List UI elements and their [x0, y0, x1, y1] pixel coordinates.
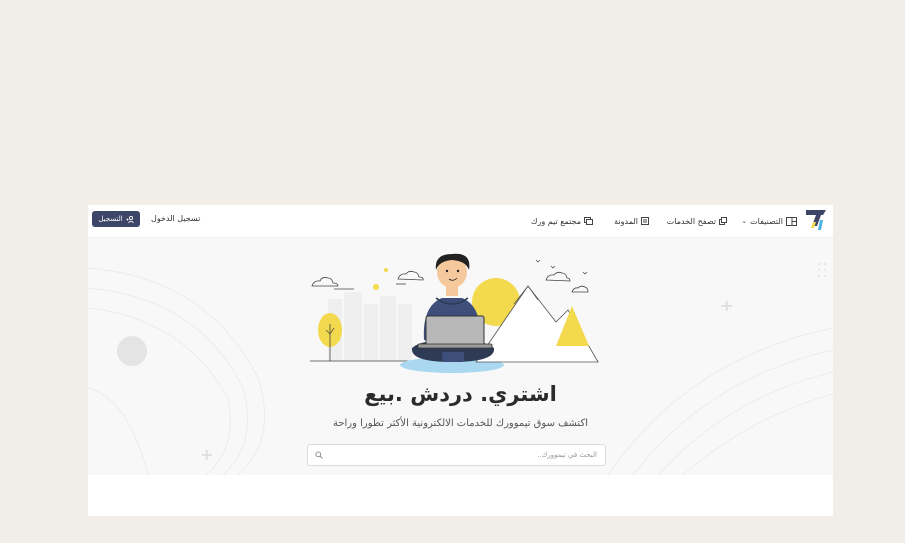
community-icon — [584, 217, 593, 225]
search-box[interactable] — [307, 444, 606, 466]
search-icon[interactable] — [315, 451, 323, 459]
page: التصنيفات ⌄ تصفح الخدمات المدونة مجتمع ت… — [88, 205, 833, 516]
chevron-down-icon: ⌄ — [741, 217, 748, 225]
nav-community[interactable]: مجتمع تيم ورك — [531, 214, 593, 228]
signup-label: التسجيل — [98, 215, 123, 223]
navbar: التصنيفات ⌄ تصفح الخدمات المدونة مجتمع ت… — [88, 205, 833, 238]
nav-browse-services-label: تصفح الخدمات — [666, 216, 716, 226]
nav-blog-label: المدونة — [614, 216, 638, 226]
hero-section: + + اشتري. دردش .بيع اكتشف سوق تيموورك ل… — [88, 238, 833, 475]
hero-headline: اشتري. دردش .بيع — [364, 382, 557, 406]
search-input[interactable] — [337, 448, 597, 462]
services-icon — [719, 217, 727, 225]
nav-blog[interactable]: المدونة — [614, 214, 649, 228]
hero-illustration — [310, 253, 599, 373]
nav-categories-label: التصنيفات — [750, 216, 783, 226]
decorative-circle — [117, 336, 147, 366]
logo-icon[interactable] — [805, 208, 827, 232]
nav-community-label: مجتمع تيم ورك — [530, 216, 581, 226]
categories-icon — [786, 216, 797, 226]
nav-categories[interactable]: التصنيفات ⌄ — [741, 214, 797, 228]
login-link[interactable]: تسجيل الدخول — [151, 214, 200, 223]
hero-subline: اكتشف سوق تيموورك للخدمات الالكترونية ال… — [332, 418, 588, 429]
nav-browse-services[interactable]: تصفح الخدمات — [667, 214, 727, 228]
plus-decoration-icon: + — [200, 445, 214, 464]
user-plus-icon — [126, 215, 134, 223]
blog-icon — [641, 217, 649, 225]
plus-decoration-icon: + — [720, 296, 734, 315]
signup-button[interactable]: التسجيل — [92, 211, 140, 227]
